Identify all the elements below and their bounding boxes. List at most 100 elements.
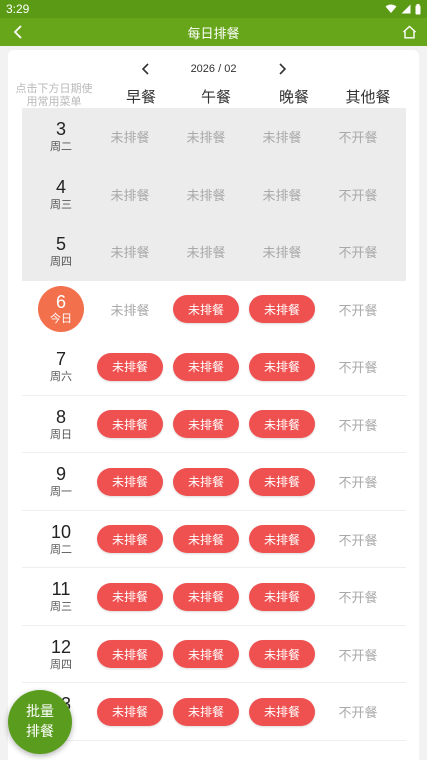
unscheduled-button[interactable]: 未排餐 — [173, 467, 239, 496]
meal-cell-breakfast: 未排餐 — [92, 223, 168, 280]
date-cell[interactable]: 5 周四 — [34, 223, 88, 280]
meal-cell-dinner: 未排餐 — [244, 166, 320, 223]
date-cell[interactable]: 11 周三 — [34, 568, 88, 625]
unscheduled-button[interactable]: 未排餐 — [173, 295, 239, 323]
meal-cell-dinner: 未排餐 — [244, 281, 320, 338]
unscheduled-button[interactable]: 未排餐 — [173, 525, 239, 553]
unscheduled-button[interactable]: 未排餐 — [249, 467, 315, 496]
unscheduled-button[interactable]: 未排餐 — [173, 410, 239, 438]
meal-cell-lunch: 未排餐 — [168, 166, 244, 223]
day-number: 5 — [55, 234, 66, 254]
unscheduled-button[interactable]: 未排餐 — [173, 697, 239, 726]
column-header-row: 点击下方日期使用常用菜单 早餐 午餐 晚餐 其他餐 — [8, 82, 419, 108]
day-number: 10 — [50, 521, 72, 542]
column-breakfast: 早餐 — [125, 88, 156, 106]
unscheduled-button[interactable]: 未排餐 — [97, 467, 163, 496]
date-cell[interactable]: 9 周一 — [34, 453, 88, 510]
meal-cell-other: 不开餐 — [320, 568, 396, 625]
weekday-label: 周一 — [50, 485, 72, 498]
day-row: 12 周四 未排餐 未排餐 未排餐 不开餐 — [22, 626, 406, 683]
day-number: 3 — [55, 119, 66, 139]
wifi-icon — [385, 4, 397, 13]
date-cell[interactable]: 3 周二 — [34, 108, 88, 165]
chevron-left-icon — [13, 25, 22, 39]
date-cell[interactable]: 7 周六 — [34, 338, 88, 395]
unscheduled-button[interactable]: 未排餐 — [249, 697, 315, 726]
today-date-badge[interactable]: 6 今日 — [38, 285, 84, 332]
status-icons — [385, 3, 421, 15]
meal-cell-breakfast: 未排餐 — [92, 108, 168, 165]
day-row: 7 周六 未排餐 未排餐 未排餐 不开餐 — [22, 338, 406, 396]
unscheduled-button[interactable]: 未排餐 — [173, 640, 239, 668]
back-button[interactable] — [6, 21, 30, 43]
day-row: 9 周一 未排餐 未排餐 未排餐 不开餐 — [22, 453, 406, 511]
meal-cell-dinner: 未排餐 — [244, 453, 320, 510]
meal-cell-other: 不开餐 — [320, 281, 396, 338]
date-cell[interactable]: 4 周三 — [34, 166, 88, 223]
meal-cell-breakfast: 未排餐 — [92, 453, 168, 510]
batch-schedule-button[interactable]: 批量 排餐 — [8, 690, 72, 754]
meal-cell-breakfast[interactable]: 未排餐 — [92, 281, 168, 338]
meal-cell-breakfast: 未排餐 — [92, 568, 168, 625]
meal-cell-other: 不开餐 — [320, 338, 396, 395]
meal-cell-dinner: 未排餐 — [244, 683, 320, 740]
meal-cell-other: 不开餐 — [320, 396, 396, 453]
meal-status-text: 未排餐 — [186, 188, 226, 204]
meal-cell-dinner: 未排餐 — [244, 223, 320, 280]
home-icon — [402, 25, 416, 39]
meal-cell-other: 不开餐 — [320, 108, 396, 165]
meal-cell-breakfast: 未排餐 — [92, 626, 168, 683]
meal-cell-lunch: 未排餐 — [168, 338, 244, 395]
unscheduled-button[interactable]: 未排餐 — [173, 582, 239, 611]
weekday-label: 周日 — [50, 427, 72, 441]
unscheduled-button[interactable]: 未排餐 — [97, 352, 163, 381]
meal-cell-breakfast: 未排餐 — [92, 511, 168, 568]
next-month-button[interactable] — [270, 57, 294, 81]
unscheduled-button[interactable]: 未排餐 — [249, 352, 315, 381]
day-row: 4 周三 未排餐 未排餐 未排餐 不开餐 — [22, 165, 406, 223]
unscheduled-button[interactable]: 未排餐 — [97, 697, 163, 726]
day-row: 6 今日 未排餐 未排餐 未排餐 不开餐 — [22, 281, 406, 339]
weekday-label: 周二 — [50, 140, 72, 153]
unscheduled-button[interactable]: 未排餐 — [249, 410, 315, 438]
unscheduled-button[interactable]: 未排餐 — [249, 295, 315, 323]
day-number: 8 — [55, 406, 66, 427]
meal-status-text: 未排餐 — [262, 246, 302, 261]
meal-status-text: 不开餐 — [338, 533, 378, 549]
unscheduled-button[interactable]: 未排餐 — [173, 352, 239, 381]
meal-status-text: 未排餐 — [262, 131, 302, 146]
column-other: 其他餐 — [345, 88, 391, 106]
meal-cell-other: 不开餐 — [320, 166, 396, 223]
day-row: 10 周二 未排餐 未排餐 未排餐 不开餐 — [22, 511, 406, 568]
home-button[interactable] — [397, 21, 421, 43]
date-cell[interactable]: 10 周二 — [34, 511, 88, 568]
date-cell[interactable]: 12 周四 — [34, 626, 88, 683]
unscheduled-button[interactable]: 未排餐 — [97, 582, 163, 611]
unscheduled-button[interactable]: 未排餐 — [249, 582, 315, 611]
chevron-right-icon — [278, 63, 286, 75]
status-bar: 3:29 — [0, 0, 427, 18]
day-row: 8 周日 未排餐 未排餐 未排餐 不开餐 — [22, 396, 406, 453]
date-cell[interactable]: 8 周日 — [34, 396, 88, 453]
unscheduled-button[interactable]: 未排餐 — [249, 640, 315, 668]
unscheduled-button[interactable]: 未排餐 — [97, 640, 163, 668]
meal-cell-lunch: 未排餐 — [168, 626, 244, 683]
unscheduled-button[interactable]: 未排餐 — [97, 525, 163, 553]
meal-status-text: 未排餐 — [186, 246, 226, 261]
meal-status-text: 不开餐 — [338, 648, 378, 664]
meal-cell-dinner: 未排餐 — [244, 511, 320, 568]
weekday-label: 周三 — [50, 600, 72, 613]
status-time: 3:29 — [6, 2, 30, 16]
day-number: 4 — [55, 176, 66, 197]
meal-cell-breakfast: 未排餐 — [92, 683, 168, 740]
meal-status-text: 不开餐 — [338, 188, 378, 204]
weekday-label: 周三 — [50, 197, 72, 211]
signal-icon — [401, 4, 411, 14]
unscheduled-button[interactable]: 未排餐 — [249, 525, 315, 553]
weekday-label: 周六 — [50, 370, 72, 383]
unscheduled-button[interactable]: 未排餐 — [97, 410, 163, 438]
prev-month-button[interactable] — [134, 57, 158, 81]
meal-cell-other: 不开餐 — [320, 453, 396, 510]
meal-status-text: 未排餐 — [262, 188, 302, 204]
meal-status-text: 未排餐 — [110, 303, 150, 319]
